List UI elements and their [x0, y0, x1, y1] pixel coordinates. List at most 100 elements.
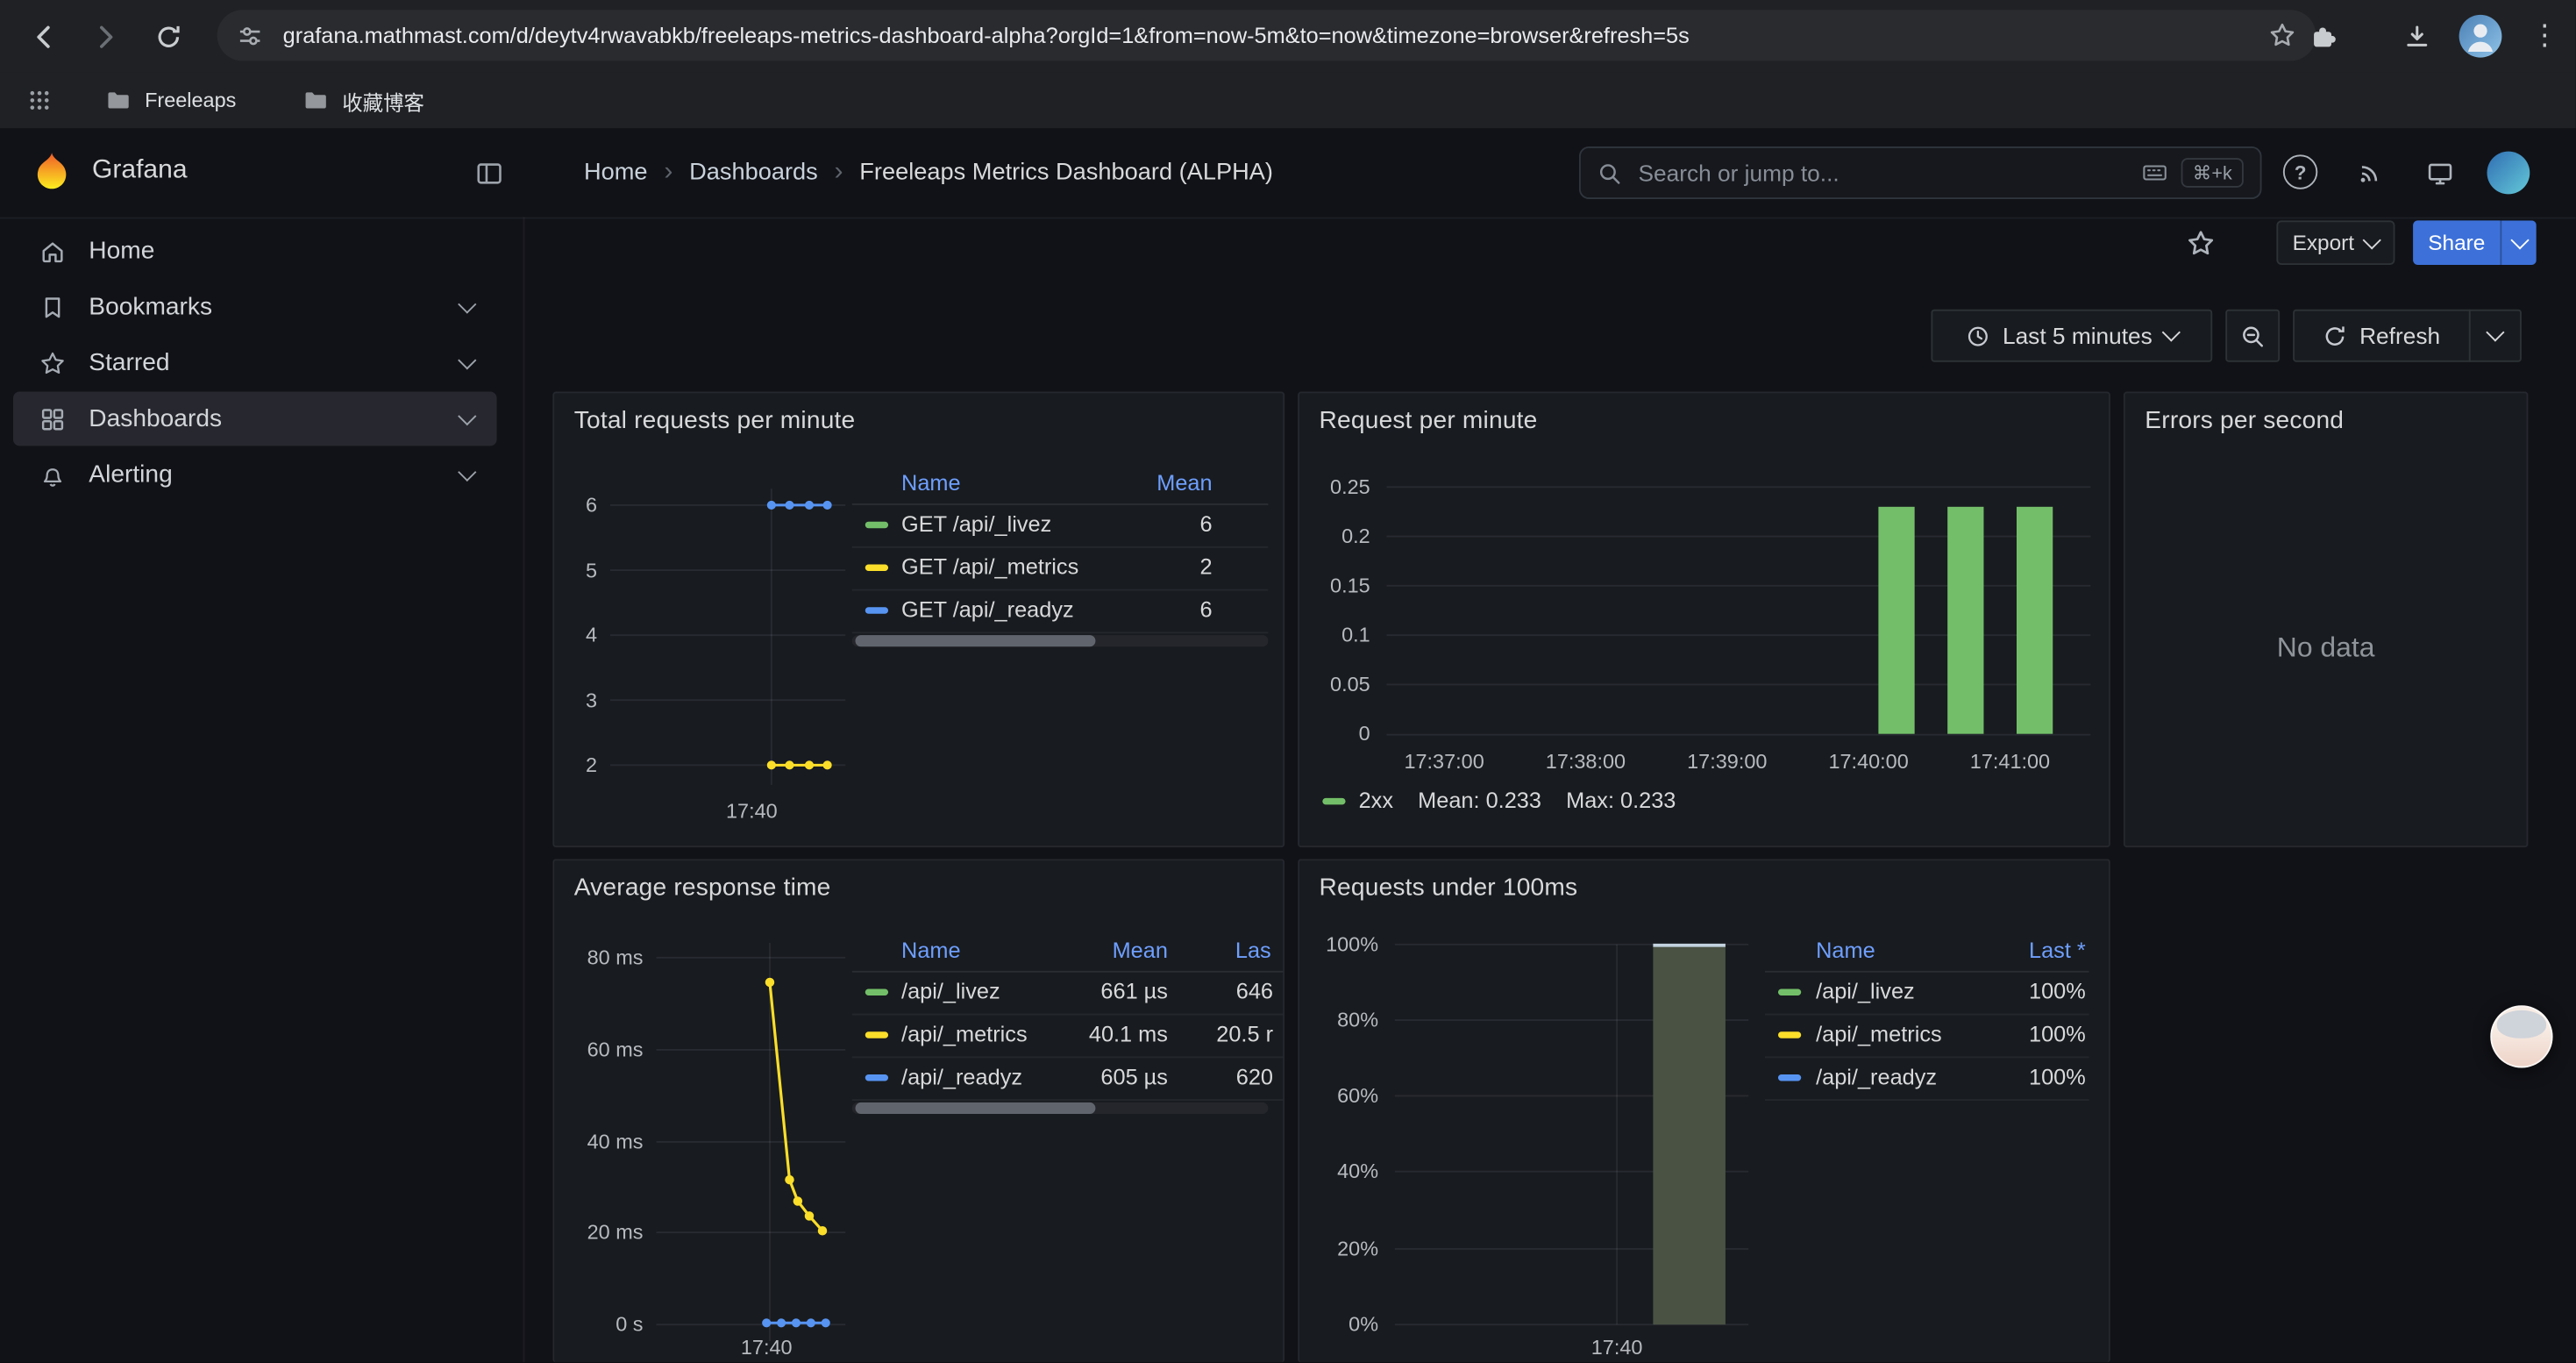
chevron-down-icon[interactable] — [458, 295, 476, 313]
series-swatch — [865, 988, 888, 995]
favorite-dashboard-button[interactable] — [2182, 225, 2218, 261]
legend-header-mean[interactable]: Mean — [1156, 471, 1212, 496]
downloads-button[interactable] — [2394, 13, 2440, 60]
bookmark-item-freeleaps[interactable]: Freeleaps — [96, 81, 246, 120]
series-name[interactable]: /api/_readyz — [1816, 1056, 1937, 1099]
download-icon — [2402, 22, 2430, 50]
legend-header-last[interactable]: Las — [1235, 938, 1271, 962]
series-name[interactable]: GET /api/_livez — [901, 503, 1051, 546]
series-name[interactable]: GET /api/_metrics — [901, 546, 1078, 589]
series-name[interactable]: /api/_metrics — [901, 1014, 1028, 1057]
legend-row[interactable]: /api/_readyz 605 µs 620 — [852, 1056, 1284, 1101]
sidebar-item-starred[interactable]: Starred — [13, 336, 497, 390]
apps-button[interactable] — [20, 81, 60, 120]
series-last: 646 — [1187, 971, 1273, 1014]
series-last: 100% — [1987, 971, 2086, 1014]
series-mean: 661 µs — [1053, 971, 1168, 1014]
url-bar[interactable] — [217, 10, 2316, 61]
legend-header-name[interactable]: Name — [901, 938, 961, 962]
zoom-out-icon — [2240, 324, 2265, 348]
legend-row[interactable]: GET /api/_metrics 2 — [852, 546, 1269, 591]
series-swatch — [1322, 797, 1345, 804]
chevron-down-icon[interactable] — [458, 350, 476, 368]
chevron-down-icon — [2363, 230, 2381, 248]
sidebar-item-bookmarks[interactable]: Bookmarks — [13, 280, 497, 334]
refresh-button[interactable]: Refresh — [2293, 310, 2471, 362]
time-range-picker[interactable]: Last 5 minutes — [1931, 310, 2212, 362]
sidebar-item-alerting[interactable]: Alerting — [13, 447, 497, 502]
legend-header-name[interactable]: Name — [901, 471, 961, 496]
grafana-header: Grafana Home Dashboards Freeleaps Metric… — [0, 128, 2576, 218]
chevron-down-icon[interactable] — [458, 462, 476, 481]
forward-button[interactable] — [82, 13, 129, 60]
panel-title[interactable]: Requests under 100ms — [1320, 874, 1578, 902]
search-input[interactable] — [1635, 158, 2129, 188]
breadcrumb-home[interactable]: Home — [584, 160, 648, 186]
bookmark-page-star-icon[interactable] — [2268, 21, 2296, 49]
help-button[interactable] — [2283, 154, 2317, 189]
chevron-down-icon[interactable] — [458, 406, 476, 425]
sidebar-item-label: Alerting — [89, 460, 172, 489]
bookmarks-bar: Freeleaps 收藏博客 — [0, 73, 2576, 129]
reload-button[interactable] — [145, 13, 191, 60]
legend-row[interactable]: /api/_metrics 40.1 ms 20.5 r — [852, 1014, 1284, 1059]
legend-row[interactable]: /api/_livez 100% — [1765, 971, 2089, 1016]
series-name[interactable]: GET /api/_readyz — [901, 589, 1074, 632]
legend-series[interactable]: 2xx — [1322, 789, 1393, 813]
sidebar-item-dashboards[interactable]: Dashboards — [13, 391, 497, 446]
bookmark-item-blog[interactable]: 收藏博客 — [293, 81, 434, 120]
share-menu-button[interactable] — [2501, 220, 2537, 265]
reload-icon — [153, 22, 181, 50]
legend-row[interactable]: GET /api/_readyz 6 — [852, 589, 1269, 634]
panel-title[interactable]: Average response time — [574, 874, 831, 902]
apps-grid-icon — [28, 89, 51, 111]
home-icon — [39, 238, 66, 264]
legend-row[interactable]: GET /api/_livez 6 — [852, 503, 1269, 548]
series-name[interactable]: /api/_livez — [1816, 971, 1915, 1014]
series-name[interactable]: /api/_metrics — [1816, 1014, 1942, 1057]
no-data-message: No data — [2125, 632, 2527, 665]
series-swatch — [1778, 1031, 1801, 1038]
browser-profile-avatar[interactable] — [2459, 15, 2502, 58]
legend-header-name[interactable]: Name — [1816, 938, 1875, 962]
url-input[interactable] — [280, 21, 2252, 49]
panel-title[interactable]: Request per minute — [1320, 406, 1538, 434]
assistant-avatar-button[interactable] — [2490, 1005, 2552, 1067]
legend-row[interactable]: /api/_livez 661 µs 646 — [852, 971, 1284, 1016]
legend-row[interactable]: /api/_readyz 100% — [1765, 1056, 2089, 1101]
user-avatar[interactable] — [2487, 152, 2530, 195]
zoom-out-button[interactable] — [2225, 310, 2280, 362]
x-tick: 17:40 — [1568, 1334, 1667, 1360]
refresh-interval-button[interactable] — [2469, 310, 2522, 362]
legend-row[interactable]: /api/_metrics 100% — [1765, 1014, 2089, 1059]
share-button[interactable]: Share — [2413, 220, 2500, 265]
legend-scrollbar[interactable] — [852, 635, 1269, 646]
search-bar[interactable]: ⌘+k — [1579, 146, 2262, 199]
grafana-logo[interactable] — [30, 150, 75, 195]
panel-title[interactable]: Errors per second — [2145, 406, 2344, 434]
y-tick: 0 — [1299, 721, 1370, 747]
extensions-button[interactable] — [2300, 13, 2346, 60]
legend-header-last[interactable]: Last * — [2029, 938, 2086, 962]
legend-scrollbar-thumb[interactable] — [856, 635, 1096, 646]
legend-scrollbar-thumb[interactable] — [856, 1103, 1096, 1114]
panel-title[interactable]: Total requests per minute — [574, 406, 856, 434]
series-name[interactable]: /api/_readyz — [901, 1056, 1022, 1099]
search-icon — [1598, 161, 1622, 185]
export-button[interactable]: Export — [2276, 220, 2395, 265]
back-button[interactable] — [20, 13, 67, 60]
rss-icon — [2357, 160, 2383, 186]
legend-header-mean[interactable]: Mean — [1113, 938, 1168, 962]
sidebar-item-home[interactable]: Home — [13, 224, 497, 278]
series-name[interactable]: /api/_livez — [901, 971, 1000, 1014]
mega-menu-toggle[interactable] — [471, 154, 507, 190]
site-info-icon[interactable] — [237, 22, 263, 48]
panel-total-requests: Total requests per minute 6 5 4 3 2 17:4… — [552, 391, 1284, 847]
news-button[interactable] — [2352, 154, 2388, 190]
share-label: Share — [2428, 231, 2485, 255]
display-button[interactable] — [2421, 154, 2457, 190]
breadcrumb-dashboards[interactable]: Dashboards — [689, 160, 818, 186]
y-tick: 60 ms — [554, 1037, 643, 1063]
browser-menu-button[interactable] — [2528, 13, 2561, 60]
legend-scrollbar[interactable] — [852, 1103, 1269, 1114]
